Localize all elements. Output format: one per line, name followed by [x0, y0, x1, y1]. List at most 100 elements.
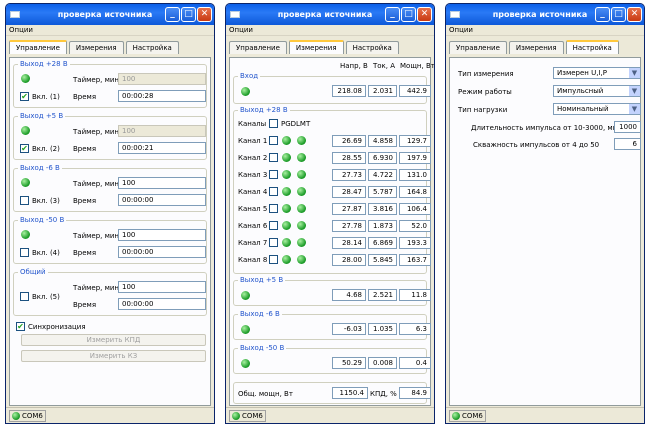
- pulse-ratio-input[interactable]: 6: [614, 138, 641, 150]
- operating-mode-select[interactable]: Импульсный ▼: [553, 85, 641, 97]
- channel-checkbox[interactable]: [269, 221, 278, 230]
- chevron-down-icon[interactable]: ▼: [629, 68, 640, 78]
- current-value: 5.845: [368, 254, 397, 266]
- chevron-down-icon[interactable]: ▼: [629, 104, 640, 114]
- power-value: 11.8: [399, 289, 431, 301]
- all-channels-checkbox[interactable]: [269, 119, 278, 128]
- com-port-indicator: COM6: [229, 410, 266, 422]
- com-port-indicator: COM6: [449, 410, 486, 422]
- sync-checkbox[interactable]: ✔: [16, 322, 25, 331]
- minimize-icon[interactable]: _: [165, 7, 180, 22]
- time-input[interactable]: 00:00:28: [118, 90, 206, 102]
- group-out-minus50: Выход -50 В Таймер, мин 100 Вкл. (4) Вре…: [13, 216, 207, 264]
- close-icon[interactable]: ✕: [417, 7, 432, 22]
- timer-input[interactable]: 100: [118, 125, 206, 137]
- title-bar[interactable]: проверка источника _ □ ✕: [446, 4, 644, 25]
- tab-control[interactable]: Управление: [9, 40, 67, 54]
- maximize-icon[interactable]: □: [181, 7, 196, 22]
- pgd-led-icon: [282, 221, 291, 230]
- channel-checkbox[interactable]: [269, 204, 278, 213]
- current-value: 0.008: [368, 357, 397, 369]
- voltage-value: 27.73: [332, 169, 366, 181]
- minimize-icon[interactable]: _: [595, 7, 610, 22]
- title-bar[interactable]: проверка источника _ □ ✕: [6, 4, 214, 25]
- current-value: 6.930: [368, 152, 397, 164]
- tab-settings[interactable]: Настройка: [345, 41, 399, 54]
- menu-options[interactable]: Опции: [449, 26, 473, 34]
- time-input[interactable]: 00:00:00: [118, 298, 206, 310]
- channel-name: Канал 4: [238, 188, 268, 196]
- channel-checkbox[interactable]: [269, 187, 278, 196]
- channel-name: Канал 3: [238, 171, 268, 179]
- tab-settings[interactable]: Настройка: [125, 41, 179, 54]
- menu-options[interactable]: Опции: [229, 26, 253, 34]
- maximize-icon[interactable]: □: [611, 7, 626, 22]
- timer-input[interactable]: 100: [118, 229, 206, 241]
- timer-input[interactable]: 100: [118, 177, 206, 189]
- status-led-icon: [21, 230, 30, 239]
- minimize-icon[interactable]: _: [385, 7, 400, 22]
- tab-control[interactable]: Управление: [229, 41, 287, 54]
- pgd-led-icon: [282, 238, 291, 247]
- pulse-duration-input[interactable]: 1000: [614, 121, 641, 133]
- app-icon: [230, 11, 240, 18]
- enable-checkbox[interactable]: [20, 248, 29, 257]
- tab-measurements[interactable]: Измерения: [68, 41, 124, 54]
- tab-measurements[interactable]: Измерения: [508, 41, 564, 54]
- pulse-duration-label: Длительность импульса от 10-3000, мкс.: [471, 124, 623, 132]
- timer-input[interactable]: 100: [118, 73, 206, 85]
- close-icon[interactable]: ✕: [197, 7, 212, 22]
- total-power-value: 1150.4: [332, 387, 368, 399]
- load-type-select[interactable]: Номинальный ▼: [553, 103, 641, 115]
- time-input[interactable]: 00:00:21: [118, 142, 206, 154]
- voltage-value: 28.55: [332, 152, 366, 164]
- voltage-value: 26.69: [332, 135, 366, 147]
- timer-label: Таймер, мин: [73, 128, 120, 136]
- power-header: Мощн, Вт: [400, 62, 435, 70]
- com-port-label: COM6: [242, 412, 263, 420]
- channel-checkbox[interactable]: [269, 255, 278, 264]
- tab-settings[interactable]: Настройка: [565, 40, 619, 54]
- menu-options[interactable]: Опции: [9, 26, 33, 34]
- com-port-indicator: COM6: [9, 410, 46, 422]
- title-bar[interactable]: проверка источника _ □ ✕: [226, 4, 434, 25]
- measurement-type-select[interactable]: Измерен U,I,P ▼: [553, 67, 641, 79]
- voltage-value: 4.68: [332, 289, 366, 301]
- time-label: Время: [73, 145, 97, 153]
- group-label: Выход -6 В: [238, 310, 282, 318]
- lmt-led-icon: [297, 187, 306, 196]
- channel-name: Канал 5: [238, 205, 268, 213]
- enable-checkbox[interactable]: [20, 292, 29, 301]
- channel-checkbox[interactable]: [269, 238, 278, 247]
- tab-control[interactable]: Управление: [449, 41, 507, 54]
- group-totals: Общ. мощн, Вт 1150.4 КПД, % 84.9: [233, 382, 431, 404]
- enable-checkbox[interactable]: [20, 196, 29, 205]
- time-input[interactable]: 00:00:00: [118, 194, 206, 206]
- voltage-value: 28.00: [332, 254, 366, 266]
- maximize-icon[interactable]: □: [401, 7, 416, 22]
- group-label: Выход +28 В: [238, 106, 290, 114]
- tab-measurements[interactable]: Измерения: [288, 40, 344, 54]
- timer-input[interactable]: 100: [118, 281, 206, 293]
- enable-checkbox[interactable]: ✔: [20, 144, 29, 153]
- group-label: Общий: [18, 268, 48, 276]
- measure-efficiency-button[interactable]: Измерить КПД: [21, 334, 206, 346]
- chevron-down-icon[interactable]: ▼: [629, 86, 640, 96]
- group-common: Общий Таймер, мин 100 Вкл. (5) Время 00:…: [13, 268, 207, 316]
- total-power-label: Общ. мощн, Вт: [238, 390, 293, 398]
- channel-checkbox[interactable]: [269, 170, 278, 179]
- load-type-label: Тип нагрузки: [458, 106, 508, 114]
- time-input[interactable]: 00:00:00: [118, 246, 206, 258]
- power-value: 442.9: [399, 85, 431, 97]
- measurements-page: Напр, В Ток, А Мощн, Вт Вход 218.08 2.03…: [229, 57, 434, 406]
- channel-name: Канал 7: [238, 239, 268, 247]
- channel-checkbox[interactable]: [269, 136, 278, 145]
- close-icon[interactable]: ✕: [627, 7, 642, 22]
- measure-short-circuit-button[interactable]: Измерить КЗ: [21, 350, 206, 362]
- lmt-led-icon: [297, 255, 306, 264]
- status-led-icon: [241, 325, 250, 334]
- channel-checkbox[interactable]: [269, 153, 278, 162]
- channel-name: Канал 1: [238, 137, 268, 145]
- enable-label: Вкл. (5): [32, 293, 60, 301]
- enable-checkbox[interactable]: ✔: [20, 92, 29, 101]
